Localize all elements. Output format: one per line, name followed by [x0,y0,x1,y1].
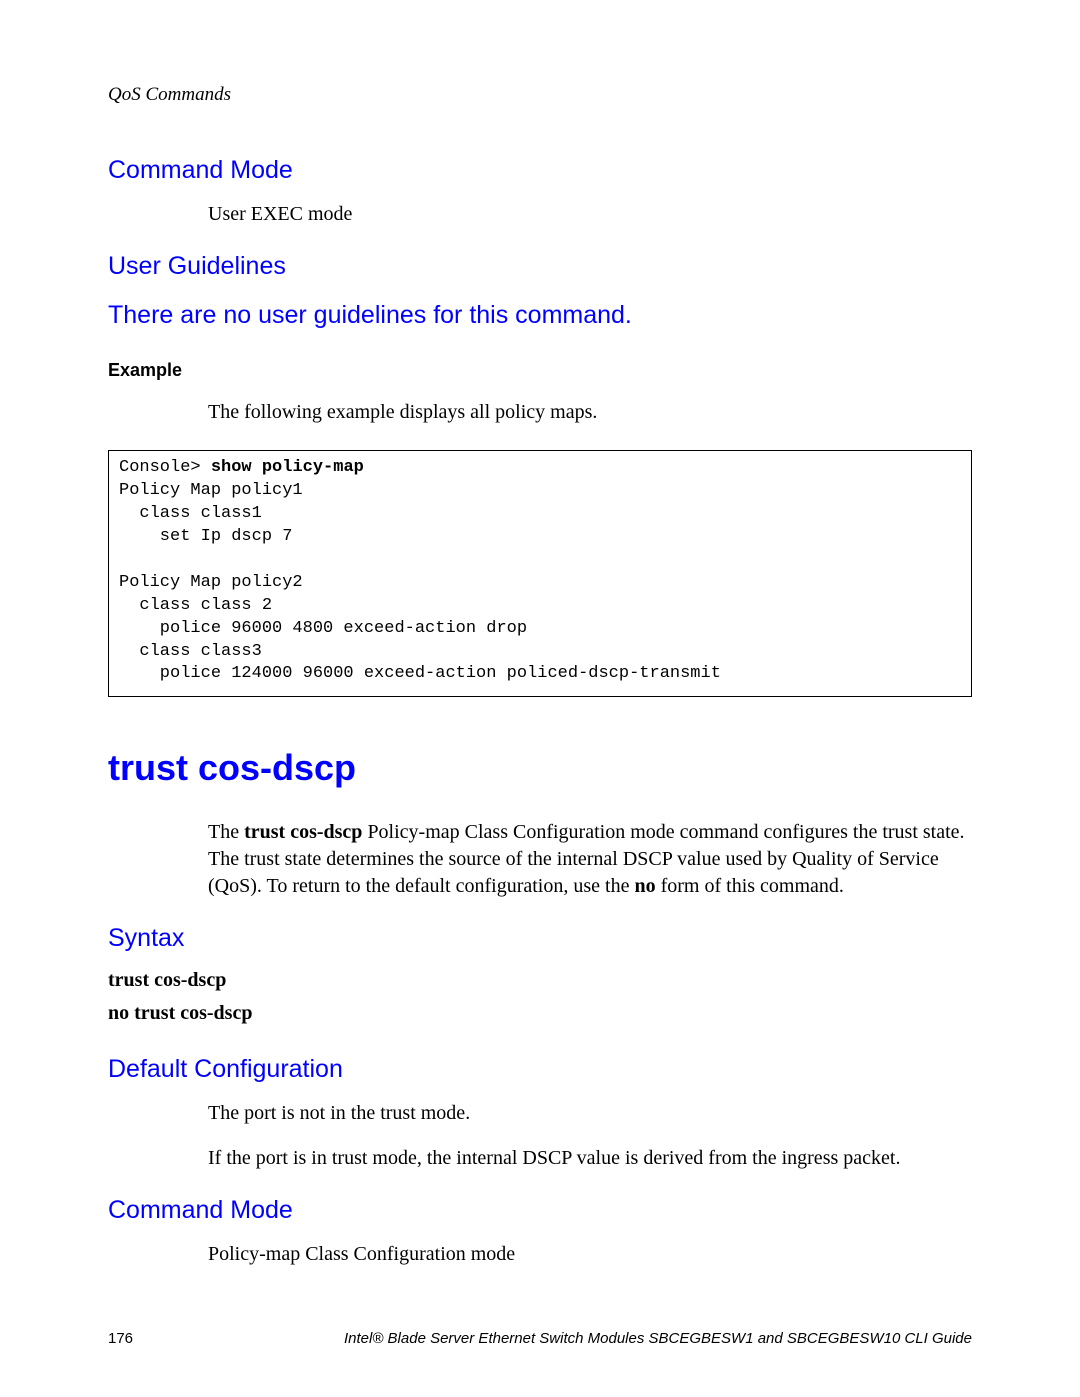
document-page: QoS Commands Command Mode User EXEC mode… [0,0,1080,1397]
desc-bold-no: no [634,875,655,897]
command-mode-body: User EXEC mode [208,201,972,228]
heading-default-config: Default Configuration [108,1055,972,1084]
heading-command-mode-2: Command Mode [108,1196,972,1225]
command-title: trust cos-dscp [108,747,972,789]
syntax-line-2: no trust cos-dscp [108,1002,972,1025]
running-header: QoS Commands [108,84,972,106]
command-mode-2-body: Policy-map Class Configuration mode [208,1241,972,1268]
code-prompt: Console> [119,458,211,477]
heading-syntax: Syntax [108,924,972,953]
desc-post: form of this command. [656,875,844,897]
command-description: The trust cos-dscp Policy-map Class Conf… [208,819,972,900]
heading-user-guidelines: User Guidelines [108,252,972,281]
desc-pre: The [208,821,244,843]
user-guidelines-line: There are no user guidelines for this co… [108,301,972,330]
page-footer: 176 Intel® Blade Server Ethernet Switch … [108,1330,972,1347]
default-config-body-2: If the port is in trust mode, the intern… [208,1145,972,1172]
footer-doc-title: Intel® Blade Server Ethernet Switch Modu… [344,1330,972,1347]
syntax-line-1: trust cos-dscp [108,969,972,992]
heading-command-mode: Command Mode [108,156,972,185]
example-intro: The following example displays all polic… [208,399,972,426]
example-label: Example [108,360,972,381]
code-output: Policy Map policy1 class class1 set Ip d… [119,481,721,684]
page-number: 176 [108,1330,133,1347]
default-config-body-1: The port is not in the trust mode. [208,1100,972,1127]
code-block: Console> show policy-map Policy Map poli… [108,450,972,697]
desc-bold-cmd: trust cos-dscp [244,821,362,843]
code-command: show policy-map [211,458,364,477]
